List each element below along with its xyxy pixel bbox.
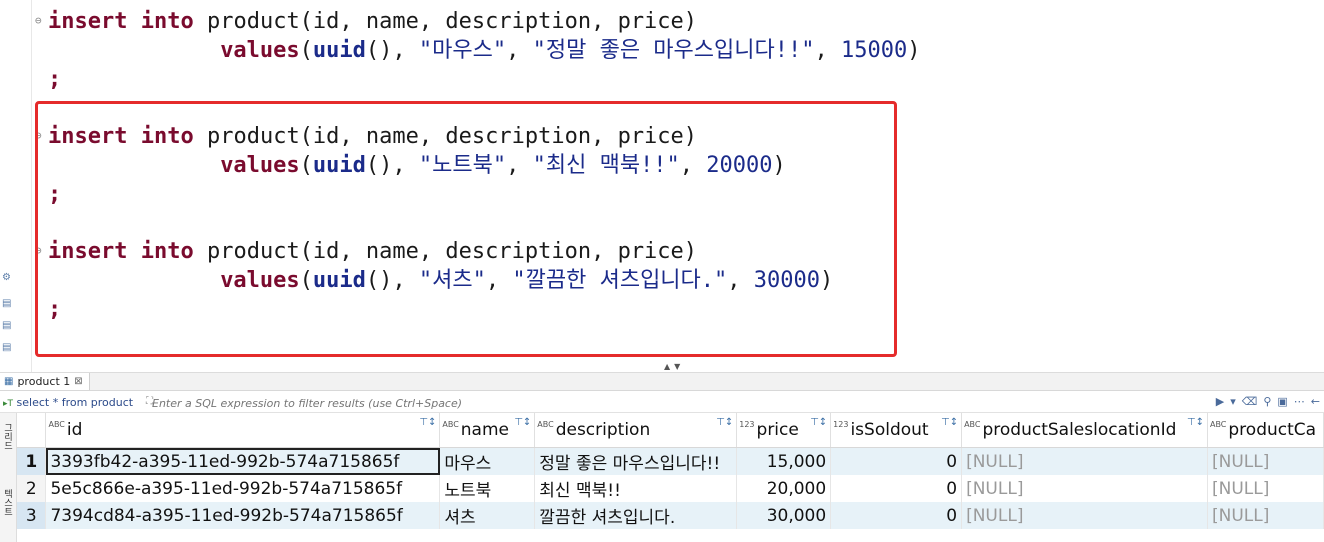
more-options-icon[interactable]: ⋯: [1294, 395, 1305, 408]
export-icon[interactable]: ▤: [2, 342, 13, 353]
cell-price[interactable]: 15,000: [736, 447, 832, 475]
cell-description[interactable]: 최신 맥북!!: [534, 475, 738, 502]
table-columns: product(id, name, description, price): [206, 9, 698, 34]
sort-filter-icon[interactable]: ⊤↕: [419, 417, 436, 428]
results-tabbar: ▦ product 1 ⊠: [0, 373, 1324, 391]
filter-toolbar: ▶ ▾ ⌫ ⚲ ▣ ⋯ ←: [1216, 395, 1320, 408]
query-text: select * from product: [16, 396, 134, 409]
cell-productcategory[interactable]: [NULL]: [1207, 475, 1324, 502]
column-header-issoldout[interactable]: 123 isSoldout ⊤↕: [830, 413, 963, 448]
column-header-productcategory[interactable]: ABC productCa: [1207, 413, 1324, 448]
gear-icon[interactable]: ⚙: [2, 272, 13, 283]
row-number[interactable]: 2: [17, 475, 47, 502]
keyword: values: [220, 38, 300, 63]
table-row[interactable]: 3 7394cd84-a395-11ed-992b-574a715865f 셔츠…: [17, 502, 1324, 529]
cell-productcategory[interactable]: [NULL]: [1207, 502, 1324, 529]
filter-bar: ▸T select * from product ⛶ ▶ ▾ ⌫ ⚲ ▣ ⋯ ←: [0, 392, 1324, 413]
column-header-description[interactable]: ABC description ⊤↕: [534, 413, 738, 448]
cell-price[interactable]: 20,000: [736, 475, 832, 502]
header-row: ABC id ⊤↕ ABC name ⊤↕ ABC description ⊤↕ 123 pr…: [17, 413, 1324, 448]
cell-issoldout[interactable]: 0: [830, 502, 963, 529]
row-number-header: [17, 413, 47, 448]
cell-productsaleslocationid[interactable]: [NULL]: [961, 447, 1208, 475]
view-switch-strip: 그리드 텍스트: [0, 413, 17, 542]
cell-issoldout[interactable]: 0: [830, 447, 963, 475]
grid-icon: ▦: [4, 376, 14, 387]
cell-id[interactable]: 3393fb42-a395-11ed-992b-574a715865f: [45, 447, 441, 475]
cell-description[interactable]: 깔끔한 셔츠입니다.: [534, 502, 738, 529]
sql-statement-1[interactable]: insert into product(id, name, descriptio…: [48, 7, 920, 94]
number-literal: 15000: [840, 38, 908, 63]
column-label: price: [756, 420, 799, 440]
cell-name[interactable]: 마우스: [439, 447, 536, 475]
type-badge: 123: [739, 420, 755, 429]
column-header-name[interactable]: ABC name ⊤↕: [439, 413, 536, 448]
cell-issoldout[interactable]: 0: [830, 475, 963, 502]
filter-settings-icon[interactable]: ⚲: [1263, 395, 1271, 408]
grid-view-tab[interactable]: 그리드: [1, 423, 14, 450]
semicolon: ;: [48, 67, 62, 92]
cell-name[interactable]: 노트북: [439, 475, 536, 502]
column-label: productCa: [1228, 420, 1317, 440]
type-badge: ABC: [442, 420, 459, 429]
table-row[interactable]: 2 5e5c866e-a395-11ed-992b-574a715865f 노트…: [17, 475, 1324, 502]
explain-plan-icon[interactable]: ▤: [2, 320, 13, 331]
column-label: name: [460, 420, 509, 440]
cell-id[interactable]: 7394cd84-a395-11ed-992b-574a715865f: [45, 502, 441, 529]
row-number[interactable]: 1: [17, 447, 47, 475]
query-label[interactable]: ▸T select * from product: [3, 396, 133, 409]
text-view-tab[interactable]: 텍스트: [1, 489, 14, 516]
editor-gutter: ⚙ ▤ ▤ ▤: [0, 0, 30, 372]
type-badge: ABC: [48, 420, 65, 429]
gutter-divider: [31, 0, 32, 372]
sort-filter-icon[interactable]: ⊤↕: [1187, 417, 1204, 428]
type-badge: ABC: [537, 420, 554, 429]
column-label: productSaleslocationId: [982, 420, 1177, 440]
sql-editor[interactable]: ⚙ ▤ ▤ ▤ ⊖ insert into product(id, name, …: [0, 0, 1324, 372]
function-name: uuid: [312, 38, 366, 63]
keyword: into: [140, 9, 194, 34]
fold-toggle-icon[interactable]: ⊖: [35, 14, 42, 27]
back-icon[interactable]: ←: [1311, 395, 1320, 408]
column-header-price[interactable]: 123 price ⊤↕: [736, 413, 832, 448]
row-number[interactable]: 3: [17, 502, 47, 529]
cell-productcategory[interactable]: [NULL]: [1207, 447, 1324, 475]
string-literal: "정말 좋은 마우스입니다!!": [532, 38, 815, 63]
cell-id[interactable]: 5e5c866e-a395-11ed-992b-574a715865f: [45, 475, 441, 502]
column-label: description: [555, 420, 651, 440]
erase-filter-icon[interactable]: ⌫: [1242, 395, 1258, 408]
string-literal: "마우스": [418, 38, 507, 63]
sort-filter-icon[interactable]: ⊤↕: [810, 417, 827, 428]
results-tab[interactable]: ▦ product 1 ⊠: [0, 373, 90, 390]
sort-filter-icon[interactable]: ⊤↕: [514, 417, 531, 428]
cell-description[interactable]: 정말 좋은 마우스입니다!!: [534, 447, 738, 475]
column-label: isSoldout: [850, 420, 929, 440]
cell-productsaleslocationid[interactable]: [NULL]: [961, 475, 1208, 502]
type-badge: 123: [833, 420, 849, 429]
cell-name[interactable]: 셔츠: [439, 502, 536, 529]
sort-filter-icon[interactable]: ⊤↕: [941, 417, 958, 428]
highlight-box: [35, 101, 897, 357]
results-grid: ABC id ⊤↕ ABC name ⊤↕ ABC description ⊤↕ 123 pr…: [17, 413, 1324, 529]
table-row[interactable]: 1 3393fb42-a395-11ed-992b-574a715865f 마우…: [17, 447, 1324, 475]
type-badge: ABC: [964, 420, 981, 429]
close-icon[interactable]: ⊠: [74, 376, 82, 387]
sort-filter-icon[interactable]: ⊤↕: [716, 417, 733, 428]
results-panel: ▦ product 1 ⊠ ▸T select * from product ⛶…: [0, 372, 1324, 542]
filter-input[interactable]: [150, 395, 994, 411]
column-header-productsaleslocationid[interactable]: ABC productSaleslocationId ⊤↕: [961, 413, 1208, 448]
execute-script-icon[interactable]: ▤: [2, 298, 13, 309]
apply-filter-icon[interactable]: ▶: [1216, 395, 1224, 408]
cell-price[interactable]: 30,000: [736, 502, 832, 529]
column-header-id[interactable]: ABC id ⊤↕: [45, 413, 441, 448]
results-tab-label: product 1: [17, 375, 71, 388]
save-filter-icon[interactable]: ▣: [1277, 395, 1287, 408]
keyword: insert: [48, 9, 128, 34]
column-label: id: [66, 420, 83, 440]
history-dropdown-icon[interactable]: ▾: [1230, 395, 1236, 408]
cell-productsaleslocationid[interactable]: [NULL]: [961, 502, 1208, 529]
type-badge: ABC: [1209, 420, 1227, 429]
panel-split-arrows-icon[interactable]: ▲▼: [664, 362, 684, 371]
